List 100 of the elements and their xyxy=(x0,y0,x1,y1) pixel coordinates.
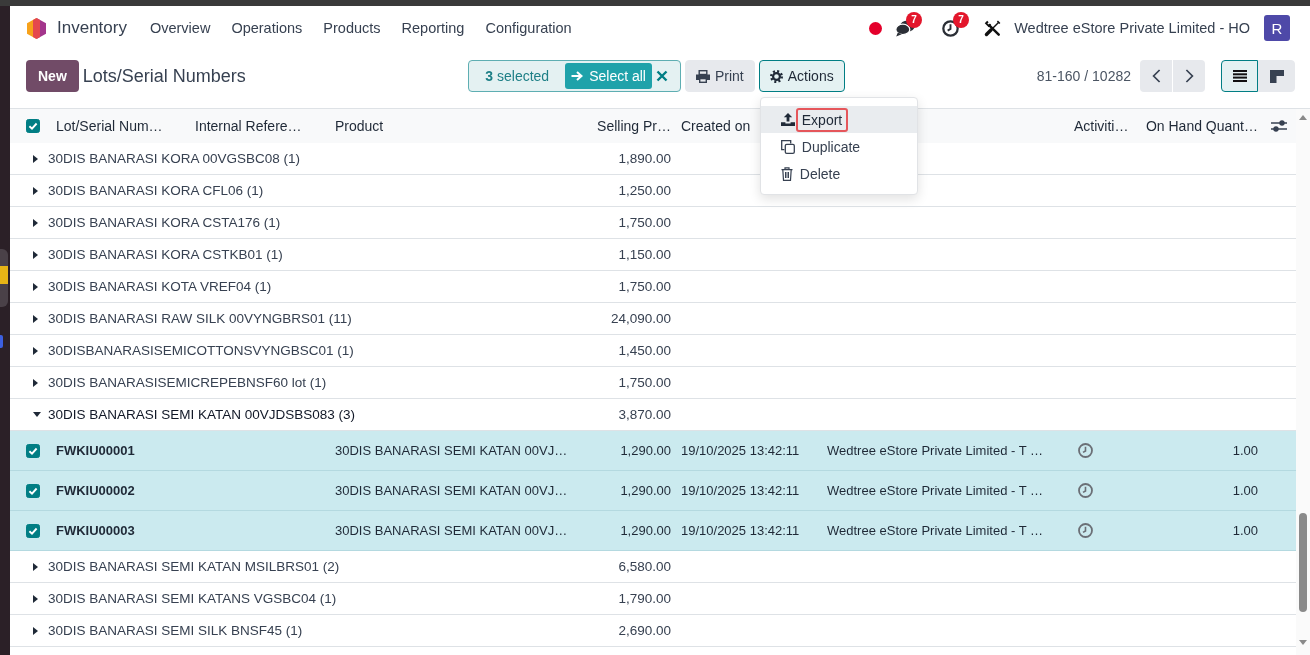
product-cell-text: 30DIS BANARASI SEMI KATAN 00VJ… xyxy=(334,483,568,498)
group-total: 3,870.00 xyxy=(618,407,672,422)
nav-menu-item[interactable]: Operations xyxy=(231,20,303,36)
caret-right-icon[interactable] xyxy=(33,378,38,387)
previous-button[interactable] xyxy=(1140,60,1172,92)
list-icon xyxy=(1232,70,1247,82)
caret-right-icon[interactable] xyxy=(33,218,38,227)
group-label[interactable]: 30DIS BANARASI RAW SILK 00VYNGBRS01 (11) xyxy=(48,311,352,326)
nav-menu-item[interactable]: Overview xyxy=(149,20,211,36)
table-cell-text: Wedtree eStore Private Limited - T … xyxy=(826,443,1044,458)
price-cell-text: 1,290.00 xyxy=(620,483,672,498)
group-label[interactable]: 30DISBANARASISEMICOTTONSVYNGBSC01 (1) xyxy=(48,343,354,358)
close-icon[interactable] xyxy=(655,70,668,82)
nav-menu-item[interactable]: Products xyxy=(323,20,381,36)
group-total: 1,750.00 xyxy=(618,375,672,390)
caret-right-icon[interactable] xyxy=(33,346,38,355)
checkbox[interactable] xyxy=(26,483,40,498)
trash-icon xyxy=(780,166,793,181)
page-title: Lots/Serial Numbers xyxy=(82,65,246,87)
record-row[interactable]: FWKIU00002 30DIS BANARASI SEMI KATAN 00VJ… 1,290.00 19/10/2025 13:42:11 Wedtree eStore Private Limited - T … 1.00 xyxy=(10,471,1296,511)
checkbox[interactable] xyxy=(26,523,40,538)
record-row[interactable]: FWKIU00001 30DIS BANARASI SEMI KATAN 00VJ… 1,290.00 19/10/2025 13:42:11 Wedtree eStore Private Limited - T … 1.00 xyxy=(10,431,1296,471)
column-header[interactable]: Lot/Serial Num… xyxy=(48,118,185,134)
checkbox[interactable] xyxy=(26,443,40,458)
group-total: 1,890.00 xyxy=(618,151,672,166)
tools-icon[interactable] xyxy=(984,19,1002,37)
scrollbar-thumb[interactable] xyxy=(1299,513,1307,612)
kanban-icon xyxy=(1269,69,1284,83)
column-header[interactable]: On Hand Quant… xyxy=(1145,118,1265,134)
caret-right-icon[interactable] xyxy=(33,154,38,163)
group-label[interactable]: 30DIS BANARASI SEMI SILK BNSF45 (1) xyxy=(48,623,303,638)
print-button[interactable]: Print xyxy=(684,60,755,92)
chevron-left-icon xyxy=(1151,69,1161,83)
date-cell-text: 19/10/2025 13:42:11 xyxy=(680,483,800,498)
column-header[interactable]: Product xyxy=(325,118,580,134)
kanban-view-button[interactable] xyxy=(1258,60,1295,92)
group-total: 1,750.00 xyxy=(618,279,672,294)
group-total: 6,580.00 xyxy=(618,559,672,574)
group-label[interactable]: 30DIS BANARASI SEMI KATANS VGSBC04 (1) xyxy=(48,591,337,606)
column-header[interactable]: Selling Pr… xyxy=(597,118,677,134)
caret-right-icon[interactable] xyxy=(33,594,38,603)
checkbox[interactable] xyxy=(26,119,40,133)
caret-right-icon[interactable] xyxy=(33,250,38,259)
selection-count: 3 selected xyxy=(485,68,550,84)
group-label[interactable]: 30DIS BANARASI SEMI KATAN 00VJDSBS083 (3) xyxy=(48,407,356,422)
price-cell-text: 1,290.00 xyxy=(620,523,672,538)
group-total: 1,790.00 xyxy=(618,591,672,606)
group-label[interactable]: 30DIS BANARASISEMICREPEBNSF60 lot (1) xyxy=(48,375,327,390)
menu-item[interactable]: Duplicate xyxy=(760,133,917,160)
quantity-cell-text: 1.00 xyxy=(1232,443,1259,458)
caret-right-icon[interactable] xyxy=(33,562,38,571)
list-view-button[interactable] xyxy=(1221,60,1258,92)
printer-icon xyxy=(695,69,710,83)
record-row[interactable]: FWKIU00003 30DIS BANARASI SEMI KATAN 00VJ… 1,290.00 19/10/2025 13:42:11 Wedtree eStore Private Limited - T … 1.00 xyxy=(10,511,1296,551)
dock-app-icon[interactable] xyxy=(0,249,8,307)
gear-icon xyxy=(769,69,783,83)
group-total: 1,150.00 xyxy=(618,247,672,262)
menu-item[interactable]: Delete xyxy=(760,160,917,187)
caret-down-icon[interactable] xyxy=(33,412,41,417)
sliders-icon[interactable] xyxy=(1271,119,1287,133)
new-button[interactable]: New xyxy=(26,60,79,92)
group-total: 24,090.00 xyxy=(610,311,672,326)
price-cell-text: 1,290.00 xyxy=(620,443,672,458)
scrollbar-track[interactable] xyxy=(1296,109,1310,655)
nav-menu-item[interactable]: Reporting xyxy=(401,20,465,36)
user-avatar[interactable]: R xyxy=(1264,15,1290,41)
arrow-right-icon xyxy=(571,71,584,81)
scroll-up-icon[interactable] xyxy=(1299,115,1307,120)
caret-right-icon[interactable] xyxy=(33,282,38,291)
quantity-cell-text: 1.00 xyxy=(1232,483,1259,498)
column-header[interactable]: Internal Refere… xyxy=(185,118,325,134)
nav-menu-item[interactable]: Configuration xyxy=(485,20,572,36)
group-label[interactable]: 30DIS BANARASI KORA CFL06 (1) xyxy=(48,183,264,198)
group-label[interactable]: 30DIS BANARASI KORA 00VGSBC08 (1) xyxy=(48,151,301,166)
next-button[interactable] xyxy=(1173,60,1205,92)
scroll-down-icon[interactable] xyxy=(1299,640,1307,645)
company-name[interactable]: Wedtree eStore Private Limited - HO xyxy=(1014,20,1250,36)
lot-number-cell-text: FWKIU00003 xyxy=(55,523,135,538)
group-label[interactable]: 30DIS BANARASI KORA CSTA176 (1) xyxy=(48,215,281,230)
group-total: 2,690.00 xyxy=(618,623,672,638)
group-label[interactable]: 30DIS BANARASI KOTA VREF04 (1) xyxy=(48,279,272,294)
table-cell-text: Wedtree eStore Private Limited - T … xyxy=(826,483,1044,498)
group-label[interactable]: 30DIS BANARASI SEMI KATAN MSILBRS01 (2) xyxy=(48,559,340,574)
notification-badge: 7 xyxy=(953,11,970,28)
clock-icon[interactable] xyxy=(942,19,960,37)
group-label[interactable]: 30DIS BANARASI KORA CSTKB01 (1) xyxy=(48,247,283,262)
caret-right-icon[interactable] xyxy=(33,626,38,635)
group-total: 1,750.00 xyxy=(618,215,672,230)
status-dot-icon[interactable] xyxy=(869,21,883,35)
copy-icon xyxy=(780,139,795,154)
menu-item[interactable]: Export xyxy=(760,106,917,133)
app-name[interactable]: Inventory xyxy=(57,18,127,38)
date-cell-text: 19/10/2025 13:42:11 xyxy=(680,443,800,458)
caret-right-icon[interactable] xyxy=(33,186,38,195)
caret-right-icon[interactable] xyxy=(33,314,38,323)
pager-value[interactable]: 81-160 / 10282 xyxy=(1036,68,1131,84)
notification-badge: 7 xyxy=(906,11,923,28)
column-header[interactable]: Activiti… xyxy=(1065,118,1135,134)
actions-button[interactable]: Actions xyxy=(758,60,845,92)
app-logo-icon[interactable] xyxy=(27,17,46,39)
